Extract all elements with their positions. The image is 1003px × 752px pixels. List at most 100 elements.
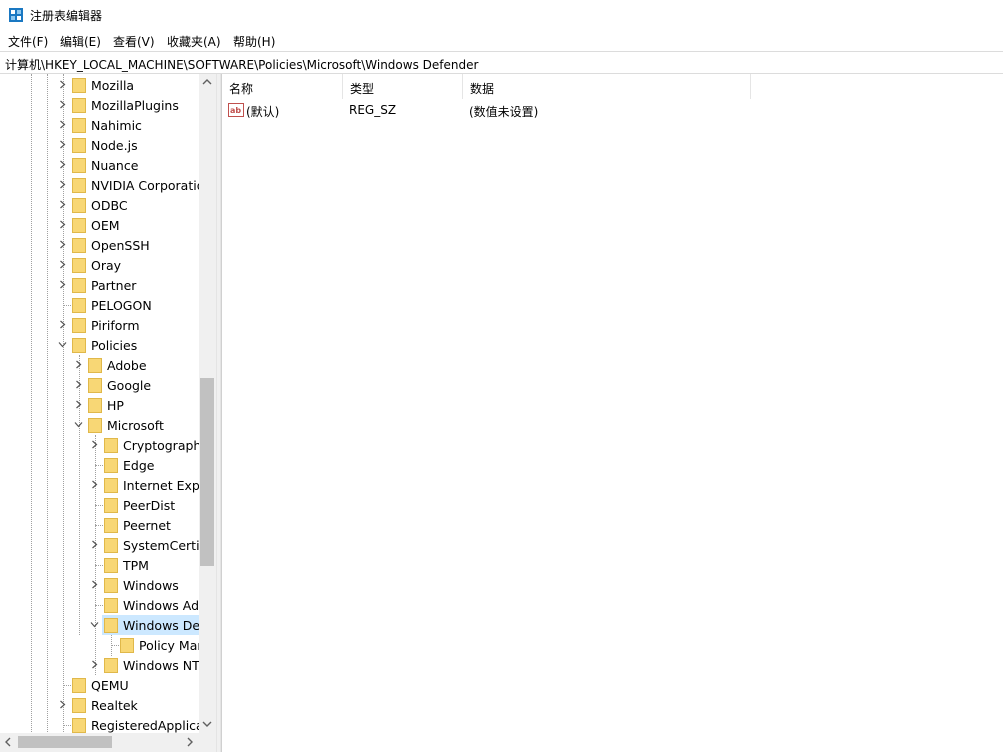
folder-icon xyxy=(72,338,86,353)
expand-chevron-icon[interactable] xyxy=(58,180,67,189)
tree-item[interactable]: TPM xyxy=(0,555,200,575)
collapse-chevron-icon[interactable] xyxy=(90,620,99,629)
folder-icon xyxy=(104,618,118,633)
scroll-left-arrow-icon[interactable] xyxy=(4,737,12,747)
tree-item[interactable]: Oray xyxy=(0,255,200,275)
tree-horizontal-scroll-thumb[interactable] xyxy=(18,736,112,748)
tree-item[interactable]: Internet Explo xyxy=(0,475,211,495)
folder-icon xyxy=(104,458,118,473)
column-label: 类型 xyxy=(350,82,375,96)
tree-item[interactable]: PELOGON xyxy=(0,295,200,315)
scroll-corner xyxy=(199,733,216,752)
tree-item[interactable]: SystemCertifi xyxy=(0,535,207,555)
expand-chevron-icon[interactable] xyxy=(58,700,67,709)
tree-item-label: Windows Def xyxy=(123,618,205,633)
tree-item[interactable]: Node.js xyxy=(0,135,200,155)
expand-chevron-icon[interactable] xyxy=(58,80,67,89)
scroll-right-arrow-icon[interactable] xyxy=(186,737,194,747)
expand-chevron-icon[interactable] xyxy=(58,220,67,229)
tree-connector xyxy=(111,645,119,646)
tree-item-label: Microsoft xyxy=(107,418,164,433)
expand-chevron-icon[interactable] xyxy=(90,440,99,449)
tree-item[interactable]: QEMU xyxy=(0,675,200,695)
tree-item[interactable]: OEM xyxy=(0,215,200,235)
column-header-type[interactable]: 类型 xyxy=(343,74,463,99)
tree-item-label: Partner xyxy=(91,278,137,293)
tree-item-label: Piriform xyxy=(91,318,140,333)
values-list[interactable]: 名称 类型 数据 ab (默认) REG_SZ (数值未设置) xyxy=(221,74,1003,752)
tree-item[interactable]: Microsoft xyxy=(0,415,200,435)
expand-chevron-icon[interactable] xyxy=(58,200,67,209)
tree-item[interactable]: MozillaPlugins xyxy=(0,95,200,115)
address-bar[interactable]: 计算机\HKEY_LOCAL_MACHINE\SOFTWARE\Policies… xyxy=(0,51,1003,74)
folder-icon xyxy=(88,378,102,393)
tree-item[interactable]: Partner xyxy=(0,275,200,295)
folder-icon xyxy=(104,438,118,453)
tree-item[interactable]: NVIDIA Corporatio xyxy=(0,175,204,195)
folder-icon xyxy=(72,138,86,153)
expand-chevron-icon[interactable] xyxy=(90,480,99,489)
expand-chevron-icon[interactable] xyxy=(74,380,83,389)
tree-vertical-scroll-thumb[interactable] xyxy=(200,378,214,566)
address-path[interactable]: 计算机\HKEY_LOCAL_MACHINE\SOFTWARE\Policies… xyxy=(5,56,478,73)
folder-icon xyxy=(104,658,118,673)
tree-item[interactable]: Adobe xyxy=(0,355,200,375)
tree-item[interactable]: Google xyxy=(0,375,200,395)
tree-item-label: RegisteredApplicat xyxy=(91,718,209,733)
tree-item[interactable]: ODBC xyxy=(0,195,200,215)
tree-item[interactable]: Cryptography xyxy=(0,435,209,455)
tree-item-label: Windows NT xyxy=(123,658,200,673)
expand-chevron-icon[interactable] xyxy=(58,260,67,269)
tree-item[interactable]: Windows Def xyxy=(0,615,205,635)
menu-file[interactable]: 文件(F) xyxy=(8,33,48,50)
tree-item[interactable]: Realtek xyxy=(0,695,200,715)
tree-item-label: OpenSSH xyxy=(91,238,150,253)
tree-connector xyxy=(95,605,103,606)
tree-item[interactable]: Nuance xyxy=(0,155,200,175)
tree-item[interactable]: OpenSSH xyxy=(0,235,200,255)
column-header-data[interactable]: 数据 xyxy=(463,74,751,99)
scroll-down-arrow-icon[interactable] xyxy=(202,720,212,728)
expand-chevron-icon[interactable] xyxy=(58,280,67,289)
expand-chevron-icon[interactable] xyxy=(90,540,99,549)
list-header: 名称 类型 数据 xyxy=(222,74,1003,99)
tree-item[interactable]: Piriform xyxy=(0,315,200,335)
tree-item[interactable]: Edge xyxy=(0,455,200,475)
tree-item[interactable]: Windows xyxy=(0,575,200,595)
menu-favorites[interactable]: 收藏夹(A) xyxy=(167,33,221,50)
tree-item[interactable]: RegisteredApplicat xyxy=(0,715,209,735)
tree-item-label: SystemCertifi xyxy=(123,538,208,553)
expand-chevron-icon[interactable] xyxy=(90,660,99,669)
expand-chevron-icon[interactable] xyxy=(58,240,67,249)
expand-chevron-icon[interactable] xyxy=(90,580,99,589)
expand-chevron-icon[interactable] xyxy=(74,400,83,409)
tree-item[interactable]: Peernet xyxy=(0,515,200,535)
folder-icon xyxy=(72,298,86,313)
tree-connector xyxy=(63,685,71,686)
collapse-chevron-icon[interactable] xyxy=(74,420,83,429)
tree-item[interactable]: Policy Mar xyxy=(0,635,203,655)
menu-help[interactable]: 帮助(H) xyxy=(233,33,275,50)
tree-item[interactable]: Windows NT xyxy=(0,655,200,675)
expand-chevron-icon[interactable] xyxy=(58,100,67,109)
key-tree[interactable]: Mozilla MozillaPlugins Nahimic Node.js Nuanc… xyxy=(0,74,216,752)
tree-item[interactable]: Mozilla xyxy=(0,75,200,95)
tree-item[interactable]: Policies xyxy=(0,335,200,355)
tree-item[interactable]: PeerDist xyxy=(0,495,200,515)
list-item[interactable]: ab (默认) REG_SZ (数值未设置) xyxy=(222,99,1003,121)
column-header-name[interactable]: 名称 xyxy=(222,74,343,99)
tree-item[interactable]: Nahimic xyxy=(0,115,200,135)
tree-item[interactable]: Windows Adv xyxy=(0,595,206,615)
expand-chevron-icon[interactable] xyxy=(58,120,67,129)
expand-chevron-icon[interactable] xyxy=(58,320,67,329)
expand-chevron-icon[interactable] xyxy=(74,360,83,369)
menu-edit[interactable]: 编辑(E) xyxy=(60,33,101,50)
column-label: 名称 xyxy=(229,82,254,96)
expand-chevron-icon[interactable] xyxy=(58,140,67,149)
expand-chevron-icon[interactable] xyxy=(58,160,67,169)
tree-item-label: PELOGON xyxy=(91,298,152,313)
tree-item[interactable]: HP xyxy=(0,395,200,415)
collapse-chevron-icon[interactable] xyxy=(58,340,67,349)
menu-view[interactable]: 查看(V) xyxy=(113,33,155,50)
scroll-up-arrow-icon[interactable] xyxy=(202,78,212,86)
